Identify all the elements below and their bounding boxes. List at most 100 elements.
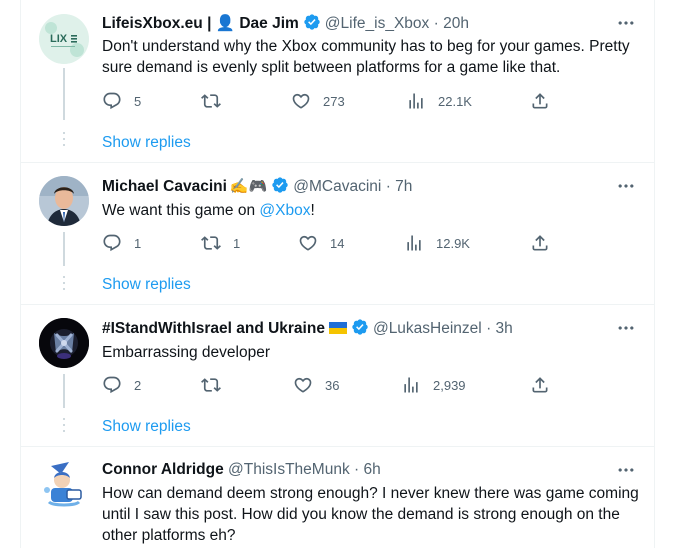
views-button[interactable]: 22.1K: [406, 91, 472, 111]
reply-icon: [102, 91, 122, 111]
more-icon[interactable]: [616, 460, 636, 480]
separator-dot: ·: [433, 15, 439, 32]
share-icon: [530, 375, 550, 395]
display-name[interactable]: LifeisXbox.eu | 👤 Dae Jim: [102, 15, 299, 32]
tweet-header: Connor Aldridge @ThisIsTheMunk · 6h: [102, 460, 381, 480]
view-count: 2,939: [433, 377, 466, 393]
retweet-icon: [201, 91, 221, 111]
tweet-header: LifeisXbox.eu | 👤 Dae Jim @Life_is_Xbox ·…: [102, 13, 469, 34]
tweet-header: #IStandWithIsrael and Ukraine @LukasHeinz…: [102, 318, 513, 339]
tweet[interactable]: #IStandWithIsrael and Ukraine @LukasHeinz…: [21, 305, 654, 446]
views-button[interactable]: 12.9K: [404, 233, 470, 253]
share-button[interactable]: [530, 233, 550, 253]
share-button[interactable]: [530, 91, 550, 111]
timestamp[interactable]: 20h: [443, 15, 469, 32]
reply-button[interactable]: 1: [102, 233, 141, 253]
show-replies-link[interactable]: Show replies: [102, 417, 191, 437]
views-icon: [401, 375, 421, 395]
retweet-icon: [201, 233, 221, 253]
views-button[interactable]: 2,939: [401, 375, 466, 395]
thread-line: [63, 232, 65, 266]
action-bar: 1 1 14 12.9K: [102, 233, 562, 253]
retweet-icon: [201, 375, 221, 395]
retweet-button[interactable]: 1: [201, 233, 240, 253]
like-button[interactable]: 14: [298, 233, 344, 253]
avatar[interactable]: [39, 318, 89, 368]
reply-icon: [102, 233, 122, 253]
thread-dots: [63, 418, 65, 436]
action-bar: 2 36 2,939: [102, 375, 562, 395]
view-count: 22.1K: [438, 93, 472, 109]
retweet-count: 1: [233, 235, 241, 251]
timeline-column: LIX LifeisXbox.eu | 👤 Dae Jim @Life_is_Xb…: [20, 0, 655, 548]
tweet[interactable]: Michael Cavacini ✍️🎮 @MCavacini · 7h We wa…: [21, 163, 654, 304]
thread-dots: [63, 132, 65, 150]
show-replies-link[interactable]: Show replies: [102, 133, 191, 153]
like-icon: [291, 91, 311, 111]
xbox-avatar-icon: [39, 318, 89, 368]
text-prefix: We want this game on: [102, 202, 260, 219]
like-button[interactable]: 36: [293, 375, 339, 395]
name-emoji: ✍️🎮: [229, 178, 268, 195]
avatar[interactable]: [39, 460, 89, 510]
verified-icon[interactable]: [271, 176, 289, 194]
share-icon: [530, 91, 550, 111]
handle[interactable]: @LukasHeinzel: [373, 320, 482, 337]
timestamp[interactable]: 6h: [364, 461, 381, 478]
tweet[interactable]: Connor Aldridge @ThisIsTheMunk · 6h How …: [21, 447, 654, 548]
like-icon: [293, 375, 313, 395]
thread-dots: [63, 276, 65, 294]
avatar[interactable]: [39, 176, 89, 226]
ukraine-flag-icon: [328, 322, 347, 334]
reply-button[interactable]: 2: [102, 375, 141, 395]
views-icon: [406, 91, 426, 111]
show-replies-link[interactable]: Show replies: [102, 275, 191, 295]
tweet-text: We want this game on @Xbox!: [102, 200, 647, 221]
more-icon[interactable]: [616, 13, 636, 33]
timestamp[interactable]: 7h: [395, 178, 412, 195]
handle[interactable]: @MCavacini: [293, 178, 381, 195]
avatar[interactable]: LIX: [39, 14, 89, 64]
thread-line: [63, 374, 65, 408]
handle[interactable]: @Life_is_Xbox: [325, 15, 430, 32]
action-bar: 5 273 22.1K: [102, 91, 562, 111]
more-icon[interactable]: [616, 176, 636, 196]
tweet-text: Don't understand why the Xbox community …: [102, 38, 630, 76]
reply-button[interactable]: 5: [102, 91, 141, 111]
reply-count: 5: [134, 93, 142, 109]
lifeisxbox-logo-icon: LIX: [39, 14, 89, 64]
text-suffix: !: [310, 202, 315, 219]
like-button[interactable]: 273: [291, 91, 345, 111]
tweet[interactable]: LIX LifeisXbox.eu | 👤 Dae Jim @Life_is_Xb…: [21, 0, 654, 162]
views-icon: [404, 233, 424, 253]
separator-dot: ·: [486, 320, 492, 337]
retweet-button[interactable]: [201, 91, 233, 111]
verified-icon[interactable]: [351, 318, 369, 336]
reply-count: 1: [134, 235, 142, 251]
timestamp[interactable]: 3h: [496, 320, 513, 337]
display-name[interactable]: Connor Aldridge: [102, 461, 224, 478]
like-icon: [298, 233, 318, 253]
tweet-header: Michael Cavacini ✍️🎮 @MCavacini · 7h: [102, 176, 412, 197]
mention-link[interactable]: @Xbox: [259, 202, 310, 219]
thread-line: [63, 68, 65, 120]
handle[interactable]: @ThisIsTheMunk: [228, 461, 350, 478]
verified-icon[interactable]: [303, 13, 321, 31]
like-count: 273: [323, 93, 345, 109]
tweet-text: Embarrassing developer: [102, 344, 271, 361]
share-button[interactable]: [530, 375, 550, 395]
avatar-text: LIX: [50, 33, 68, 45]
tweet-text: How can demand deem strong enough? I nev…: [102, 485, 639, 544]
separator-dot: ·: [354, 461, 360, 478]
cartoon-avatar-icon: [39, 460, 89, 510]
display-name[interactable]: #IStandWithIsrael and Ukraine: [102, 320, 325, 337]
view-count: 12.9K: [436, 235, 470, 251]
display-name[interactable]: Michael Cavacini: [102, 178, 227, 195]
reply-icon: [102, 375, 122, 395]
profile-photo-icon: [39, 176, 89, 226]
like-count: 36: [325, 377, 340, 393]
separator-dot: ·: [385, 178, 391, 195]
retweet-button[interactable]: [201, 375, 233, 395]
reply-count: 2: [134, 377, 142, 393]
more-icon[interactable]: [616, 318, 636, 338]
